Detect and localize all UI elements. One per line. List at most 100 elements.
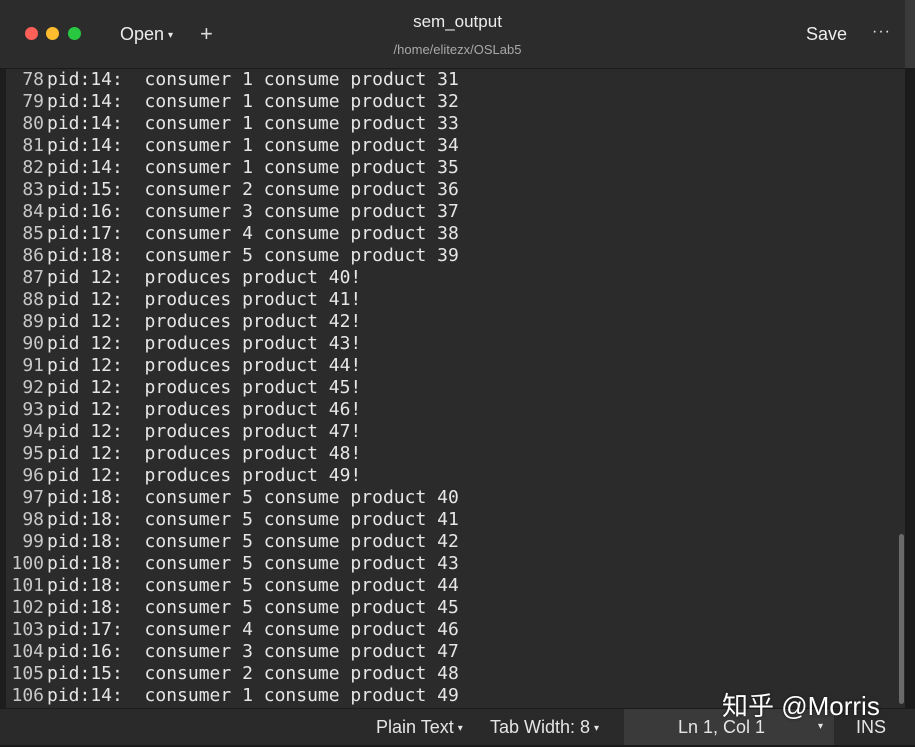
editor-line[interactable]: 105 pid:15: consumer 2 consume product 48 bbox=[6, 663, 459, 685]
line-text: pid:14: consumer 1 consume product 32 bbox=[47, 91, 459, 112]
editor-window: Open ▾ + sem_output /home/elitezx/OSLab5 … bbox=[0, 0, 915, 745]
line-text: pid 12: produces product 47! bbox=[47, 421, 362, 442]
line-text: pid 12: produces product 46! bbox=[47, 399, 362, 420]
line-text: pid:14: consumer 1 consume product 31 bbox=[47, 69, 459, 90]
chevron-down-icon: ▾ bbox=[457, 723, 463, 734]
line-text: pid:17: consumer 4 consume product 38 bbox=[47, 223, 459, 244]
line-text: pid:18: consumer 5 consume product 44 bbox=[47, 575, 459, 596]
window-subtitle-path: /home/elitezx/OSLab5 bbox=[393, 42, 522, 57]
editor-line[interactable]: 85 pid:17: consumer 4 consume product 38 bbox=[6, 223, 459, 245]
line-text: pid 12: produces product 45! bbox=[47, 377, 362, 398]
chevron-down-icon: ▾ bbox=[594, 723, 600, 734]
save-button[interactable]: Save bbox=[800, 22, 853, 46]
editor-line[interactable]: 97 pid:18: consumer 5 consume product 40 bbox=[6, 487, 459, 509]
line-text: pid:16: consumer 3 consume product 47 bbox=[47, 641, 459, 662]
editor-line[interactable]: 104 pid:16: consumer 3 consume product 47 bbox=[6, 641, 459, 663]
editor-line[interactable]: 84 pid:16: consumer 3 consume product 37 bbox=[6, 201, 459, 223]
line-number: 100 bbox=[11, 553, 44, 574]
language-selector[interactable]: Plain Text ▾ bbox=[376, 709, 463, 745]
line-number: 102 bbox=[11, 597, 44, 618]
editor-line[interactable]: 102 pid:18: consumer 5 consume product 45 bbox=[6, 597, 459, 619]
line-text: pid 12: produces product 49! bbox=[47, 465, 362, 486]
editor-line[interactable]: 99 pid:18: consumer 5 consume product 42 bbox=[6, 531, 459, 553]
line-number: 104 bbox=[11, 641, 44, 662]
line-number: 78 bbox=[22, 69, 44, 90]
line-text: pid 12: produces product 44! bbox=[47, 355, 362, 376]
line-text: pid:14: consumer 1 consume product 33 bbox=[47, 113, 459, 134]
line-number: 91 bbox=[22, 355, 44, 376]
line-number: 80 bbox=[22, 113, 44, 134]
line-number: 86 bbox=[22, 245, 44, 266]
editor-line[interactable]: 95 pid 12: produces product 48! bbox=[6, 443, 361, 465]
line-number: 85 bbox=[22, 223, 44, 244]
line-number: 101 bbox=[11, 575, 44, 596]
editor-line[interactable]: 93 pid 12: produces product 46! bbox=[6, 399, 361, 421]
tab-width-selector[interactable]: Tab Width: 8 ▾ bbox=[490, 709, 599, 745]
text-editor-area[interactable]: 78 pid:14: consumer 1 consume product 31 7… bbox=[6, 69, 905, 708]
editor-line[interactable]: 90 pid 12: produces product 43! bbox=[6, 333, 361, 355]
ellipsis-icon: ··· bbox=[872, 23, 891, 40]
line-number: 99 bbox=[22, 531, 44, 552]
line-number: 82 bbox=[22, 157, 44, 178]
line-text: pid:18: consumer 5 consume product 41 bbox=[47, 509, 459, 530]
line-number: 93 bbox=[22, 399, 44, 420]
watermark: 知乎 @Morris bbox=[722, 691, 880, 721]
line-text: pid:15: consumer 2 consume product 36 bbox=[47, 179, 459, 200]
line-text: pid 12: produces product 48! bbox=[47, 443, 362, 464]
line-number: 95 bbox=[22, 443, 44, 464]
editor-line[interactable]: 89 pid 12: produces product 42! bbox=[6, 311, 361, 333]
language-label: Plain Text bbox=[376, 717, 454, 737]
editor-line[interactable]: 86 pid:18: consumer 5 consume product 39 bbox=[6, 245, 459, 267]
line-number: 79 bbox=[22, 91, 44, 112]
editor-line[interactable]: 91 pid 12: produces product 44! bbox=[6, 355, 361, 377]
line-text: pid 12: produces product 43! bbox=[47, 333, 362, 354]
editor-line[interactable]: 96 pid 12: produces product 49! bbox=[6, 465, 361, 487]
line-text: pid:14: consumer 1 consume product 34 bbox=[47, 135, 459, 156]
editor-line[interactable]: 92 pid 12: produces product 45! bbox=[6, 377, 361, 399]
line-text: pid:15: consumer 2 consume product 48 bbox=[47, 663, 459, 684]
editor-line[interactable]: 87 pid 12: produces product 40! bbox=[6, 267, 361, 289]
right-window-edge bbox=[905, 69, 915, 708]
window-title: sem_output bbox=[413, 12, 502, 31]
editor-line[interactable]: 103 pid:17: consumer 4 consume product 46 bbox=[6, 619, 458, 641]
adjacent-window-edge bbox=[905, 0, 915, 68]
line-number: 87 bbox=[22, 267, 44, 288]
editor-line[interactable]: 78 pid:14: consumer 1 consume product 31 bbox=[6, 69, 459, 91]
line-number: 84 bbox=[22, 201, 44, 222]
editor-line[interactable]: 101 pid:18: consumer 5 consume product 44 bbox=[6, 575, 459, 597]
tab-width-label: Tab Width: 8 bbox=[490, 717, 591, 737]
editor-line[interactable]: 83 pid:15: consumer 2 consume product 36 bbox=[6, 179, 459, 201]
more-options-button[interactable]: ··· bbox=[872, 20, 891, 44]
line-number: 97 bbox=[22, 487, 44, 508]
line-number: 98 bbox=[22, 509, 44, 530]
line-text: pid:14: consumer 1 consume product 49 bbox=[47, 685, 459, 706]
editor-line[interactable]: 81 pid:14: consumer 1 consume product 34 bbox=[6, 135, 459, 157]
line-number: 103 bbox=[11, 619, 44, 640]
title-bar: Open ▾ + sem_output /home/elitezx/OSLab5 … bbox=[0, 0, 915, 69]
line-number: 92 bbox=[22, 377, 44, 398]
line-text: pid:16: consumer 3 consume product 37 bbox=[47, 201, 459, 222]
line-number: 106 bbox=[11, 685, 44, 706]
line-text: pid 12: produces product 42! bbox=[47, 311, 362, 332]
editor-line[interactable]: 82 pid:14: consumer 1 consume product 35 bbox=[6, 157, 459, 179]
line-number: 83 bbox=[22, 179, 44, 200]
editor-line[interactable]: 79 pid:14: consumer 1 consume product 32 bbox=[6, 91, 459, 113]
line-number: 81 bbox=[22, 135, 44, 156]
line-number: 90 bbox=[22, 333, 44, 354]
line-text: pid 12: produces product 40! bbox=[47, 267, 362, 288]
line-number: 94 bbox=[22, 421, 44, 442]
line-text: pid:18: consumer 5 consume product 39 bbox=[47, 245, 459, 266]
line-number: 96 bbox=[22, 465, 44, 486]
line-text: pid:18: consumer 5 consume product 43 bbox=[47, 553, 459, 574]
vertical-scrollbar-thumb[interactable] bbox=[899, 534, 904, 704]
editor-line[interactable]: 94 pid 12: produces product 47! bbox=[6, 421, 361, 443]
editor-line[interactable]: 88 pid 12: produces product 41! bbox=[6, 289, 361, 311]
line-number: 89 bbox=[22, 311, 44, 332]
editor-line[interactable]: 106 pid:14: consumer 1 consume product 49 bbox=[6, 685, 459, 707]
line-number: 88 bbox=[22, 289, 44, 310]
editor-line[interactable]: 100 pid:18: consumer 5 consume product 43 bbox=[6, 553, 459, 575]
line-text: pid:18: consumer 5 consume product 40 bbox=[47, 487, 459, 508]
line-text: pid:18: consumer 5 consume product 45 bbox=[47, 597, 459, 618]
editor-line[interactable]: 80 pid:14: consumer 1 consume product 33 bbox=[6, 113, 459, 135]
editor-line[interactable]: 98 pid:18: consumer 5 consume product 41 bbox=[6, 509, 459, 531]
